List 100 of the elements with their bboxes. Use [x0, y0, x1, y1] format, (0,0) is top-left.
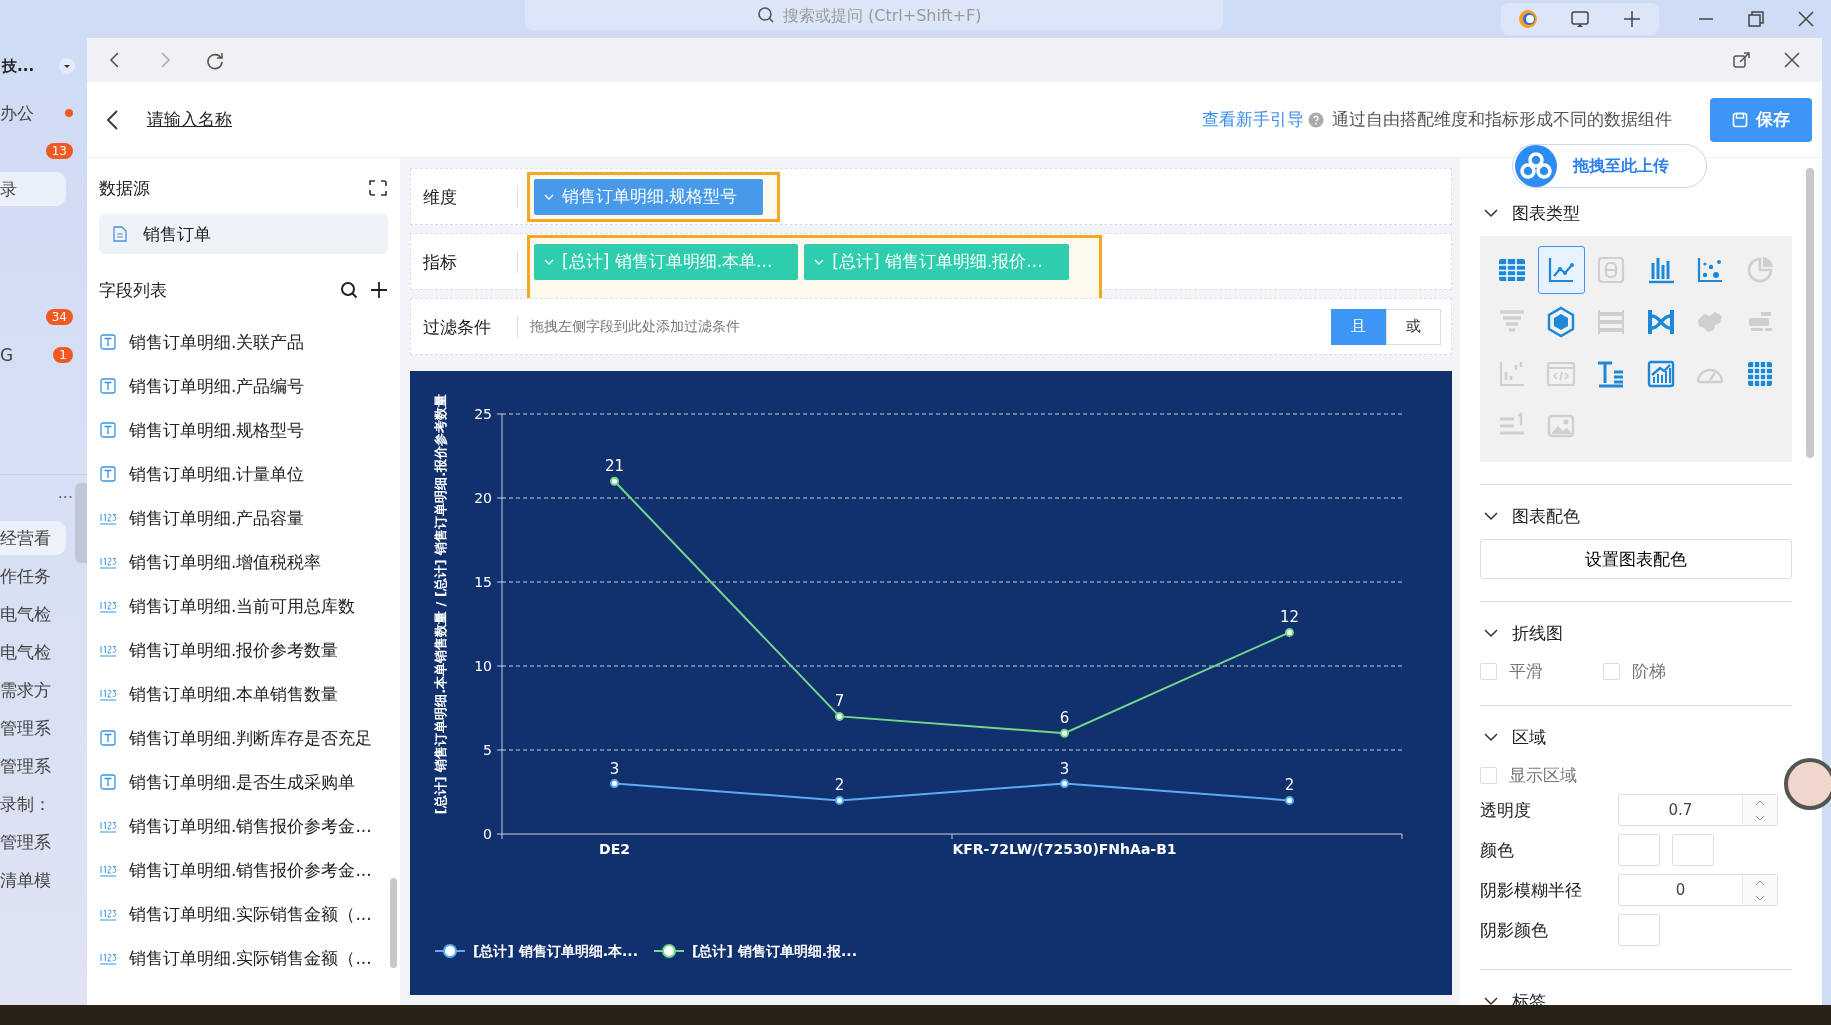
sidebar-item[interactable]: 电气检	[0, 597, 66, 631]
count-badge: 34	[45, 309, 73, 325]
back-icon[interactable]	[105, 108, 119, 131]
text-field-icon	[99, 466, 117, 482]
field-item[interactable]: 销售订单明细.实际销售金额（...	[99, 936, 388, 980]
avatar[interactable]	[1784, 758, 1831, 810]
number-field-icon	[99, 862, 117, 878]
axis-tick-label: 15	[474, 574, 492, 590]
plus-icon[interactable]	[370, 281, 388, 299]
data-point[interactable]	[1060, 728, 1069, 738]
chevron-down-icon[interactable]	[1484, 996, 1498, 1006]
data-point[interactable]	[835, 795, 844, 805]
text-field-icon	[99, 774, 117, 790]
sidebar-item[interactable]: 录制：	[0, 787, 66, 821]
field-item[interactable]: 销售订单明细.计量单位	[99, 452, 388, 496]
close-icon[interactable]	[1782, 50, 1802, 70]
popout-icon[interactable]	[1732, 50, 1752, 70]
sidebar-item[interactable]: 需求方	[0, 673, 66, 707]
data-point[interactable]	[610, 476, 619, 486]
axis-tick-label: 10	[474, 658, 492, 674]
data-point[interactable]	[1285, 795, 1294, 805]
color-swatch[interactable]	[1618, 834, 1660, 866]
section-title[interactable]: 图表类型	[1512, 201, 1580, 225]
number-field-icon	[99, 510, 117, 526]
sidebar-item[interactable]: 管理系	[0, 825, 66, 859]
scrollbar[interactable]	[1806, 168, 1814, 458]
count-badge: 13	[45, 143, 73, 159]
checkbox-label: 平滑	[1509, 660, 1543, 683]
field-label: 指标	[421, 250, 518, 273]
field-item[interactable]: 销售订单明细.规格型号	[99, 408, 388, 452]
sidebar-item[interactable]: 录	[0, 172, 66, 206]
field-item[interactable]: 销售订单明细.报价参考数量	[99, 628, 388, 672]
collapse-handle[interactable]	[75, 483, 87, 563]
field-item[interactable]: 销售订单明细.销售报价参考金...	[99, 804, 388, 848]
sidebar-item[interactable]: 电气检	[0, 635, 66, 669]
chevron-down-icon[interactable]	[1484, 732, 1498, 742]
field-item[interactable]: 销售订单明细.当前可用总库数	[99, 584, 388, 628]
search-field[interactable]: 搜索或提问 (Ctrl+Shift+F)	[525, 0, 1223, 30]
legend-label[interactable]: [总计] 销售订单明细.报...	[692, 943, 857, 959]
field-label: 颜色	[1480, 838, 1515, 862]
field-item[interactable]: 销售订单明细.判断库存是否充足	[99, 716, 388, 760]
field-item[interactable]: 销售订单明细.本单销售数量	[99, 672, 388, 716]
workspace-name[interactable]: 技...	[2, 56, 35, 76]
name-field[interactable]: 请输入名称	[147, 108, 232, 131]
field-item[interactable]: 销售订单明细.产品编号	[99, 364, 388, 408]
section-title[interactable]: 图表配色	[1512, 504, 1580, 528]
data-point[interactable]	[1285, 627, 1294, 637]
sidebar-item[interactable]: 管理系	[0, 749, 66, 783]
legend-label[interactable]: [总计] 销售订单明细.本...	[473, 943, 638, 959]
color-swatch[interactable]	[1618, 914, 1660, 946]
axis-tick-label: 20	[474, 490, 492, 506]
field-item[interactable]: 销售订单明细.增值税税率	[99, 540, 388, 584]
section-title[interactable]: 折线图	[1512, 621, 1563, 645]
scrollbar[interactable]	[390, 878, 397, 968]
data-label: 3	[609, 759, 620, 778]
more-button[interactable]: ···	[57, 487, 73, 507]
data-point[interactable]	[610, 779, 619, 789]
legend-marker[interactable]	[434, 944, 466, 958]
checkbox[interactable]	[1480, 663, 1497, 680]
sidebar-item[interactable]: 经营看	[0, 521, 66, 555]
reload-icon[interactable]	[205, 50, 225, 70]
sidebar-item[interactable]: 作任务	[0, 559, 66, 593]
data-label: 2	[834, 776, 845, 795]
field-item[interactable]: 销售订单明细.产品容量	[99, 496, 388, 540]
sidebar-item[interactable]: 办公	[0, 96, 66, 130]
search-icon[interactable]	[340, 281, 358, 299]
browser-logo-icon[interactable]	[1517, 8, 1539, 30]
chevron-down-icon[interactable]	[1484, 208, 1498, 218]
section-title[interactable]: 区域	[1512, 725, 1546, 749]
datasource-item[interactable]: 销售订单	[99, 214, 388, 254]
upload-badge[interactable]: 拖拽至此上传	[1512, 144, 1707, 188]
color-swatch[interactable]	[1672, 834, 1714, 866]
number-field-icon	[99, 818, 117, 834]
field-item[interactable]: 销售订单明细.关联产品	[99, 320, 388, 364]
sidebar-item[interactable]: 管理系	[0, 711, 66, 745]
field-item[interactable]: 销售订单明细.实际销售金额（...	[99, 892, 388, 936]
data-point[interactable]	[835, 711, 844, 721]
number-field-icon	[99, 686, 117, 702]
sidebar-item[interactable]: 清单模	[0, 863, 66, 897]
count-badge: 1	[53, 347, 73, 363]
switch-icon[interactable]	[368, 178, 388, 198]
document-icon	[113, 226, 127, 242]
number-field-icon	[99, 554, 117, 570]
checkbox[interactable]	[1480, 767, 1497, 784]
restore-icon[interactable]	[1745, 8, 1767, 30]
field-item[interactable]: 销售订单明细.是否生成采购单	[99, 760, 388, 804]
field-item[interactable]: 销售订单明细.销售报价参考金...	[99, 848, 388, 892]
legend-marker[interactable]	[653, 944, 685, 958]
checkbox[interactable]	[1603, 663, 1620, 680]
cast-icon[interactable]	[1569, 8, 1591, 30]
number-input[interactable]: 0	[1618, 874, 1778, 906]
sidebar-item[interactable]: G	[0, 338, 53, 372]
logic-toggle[interactable]: 或	[1386, 308, 1441, 345]
chart-type-button[interactable]	[1537, 246, 1586, 294]
data-point[interactable]	[1060, 779, 1069, 789]
chevron-down-icon[interactable]	[1484, 511, 1498, 521]
set-colors-button[interactable]: 设置图表配色	[1480, 539, 1792, 579]
chevron-down-icon[interactable]	[1484, 628, 1498, 638]
number-input[interactable]: 0.7	[1618, 794, 1778, 826]
caret-icon[interactable]	[59, 58, 75, 74]
